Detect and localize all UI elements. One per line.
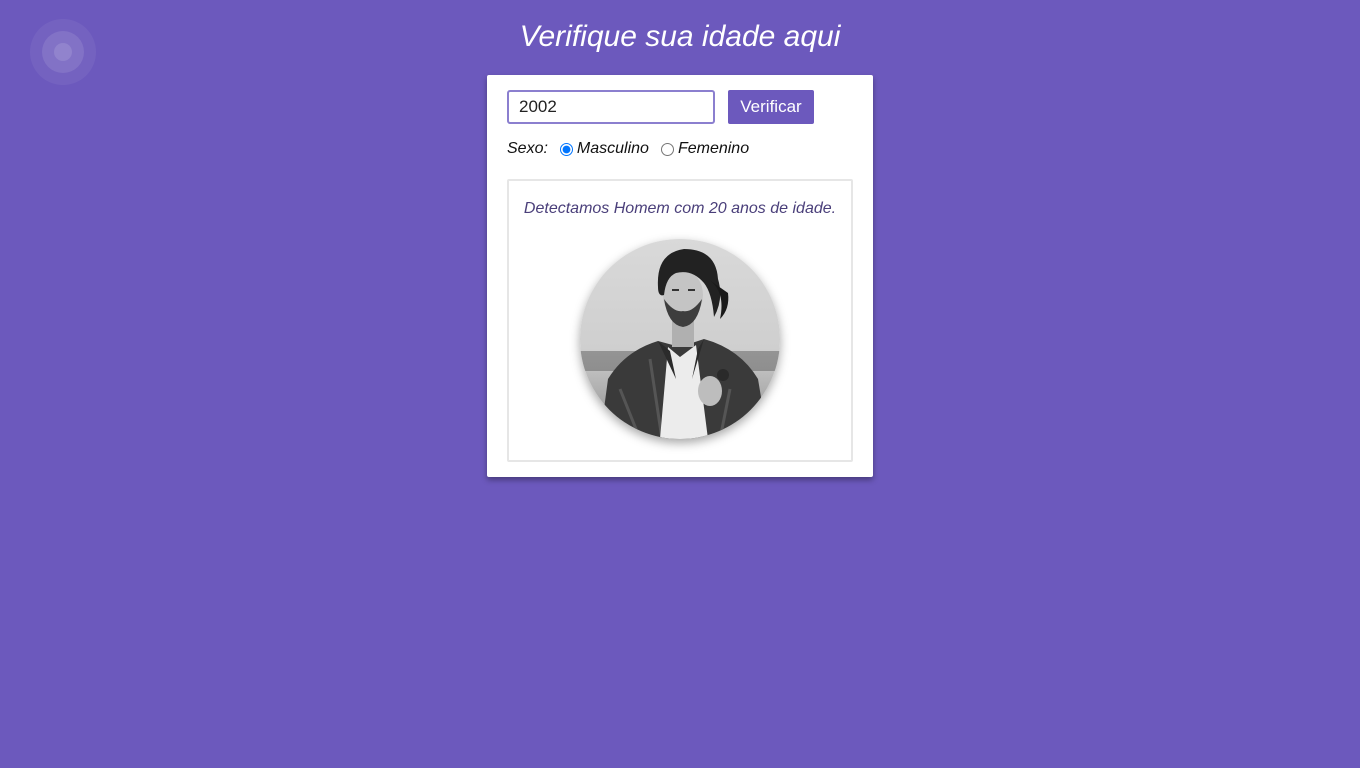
sex-label: Sexo: (507, 140, 548, 157)
result-message: Detectamos Homem com 20 anos de idade. (523, 200, 837, 217)
radio-masculino[interactable] (559, 142, 573, 156)
verification-card: Verificar Sexo: Masculino Femenino Detec… (487, 75, 873, 477)
radio-option-femenino[interactable]: Femenino (660, 140, 750, 158)
sex-selector: Sexo: Masculino Femenino (507, 137, 761, 161)
page-title: Verifique sua idade aqui (519, 20, 841, 53)
birth-year-input[interactable] (507, 90, 715, 124)
verify-button[interactable]: Verificar (728, 90, 814, 124)
man-portrait-photo (580, 239, 780, 439)
radio-label-femenino: Femenino (677, 140, 750, 157)
radio-femenino[interactable] (660, 142, 674, 156)
radio-option-masculino[interactable]: Masculino (559, 140, 649, 158)
radio-label-masculino: Masculino (576, 140, 649, 157)
result-panel: Detectamos Homem com 20 anos de idade. (507, 179, 853, 462)
